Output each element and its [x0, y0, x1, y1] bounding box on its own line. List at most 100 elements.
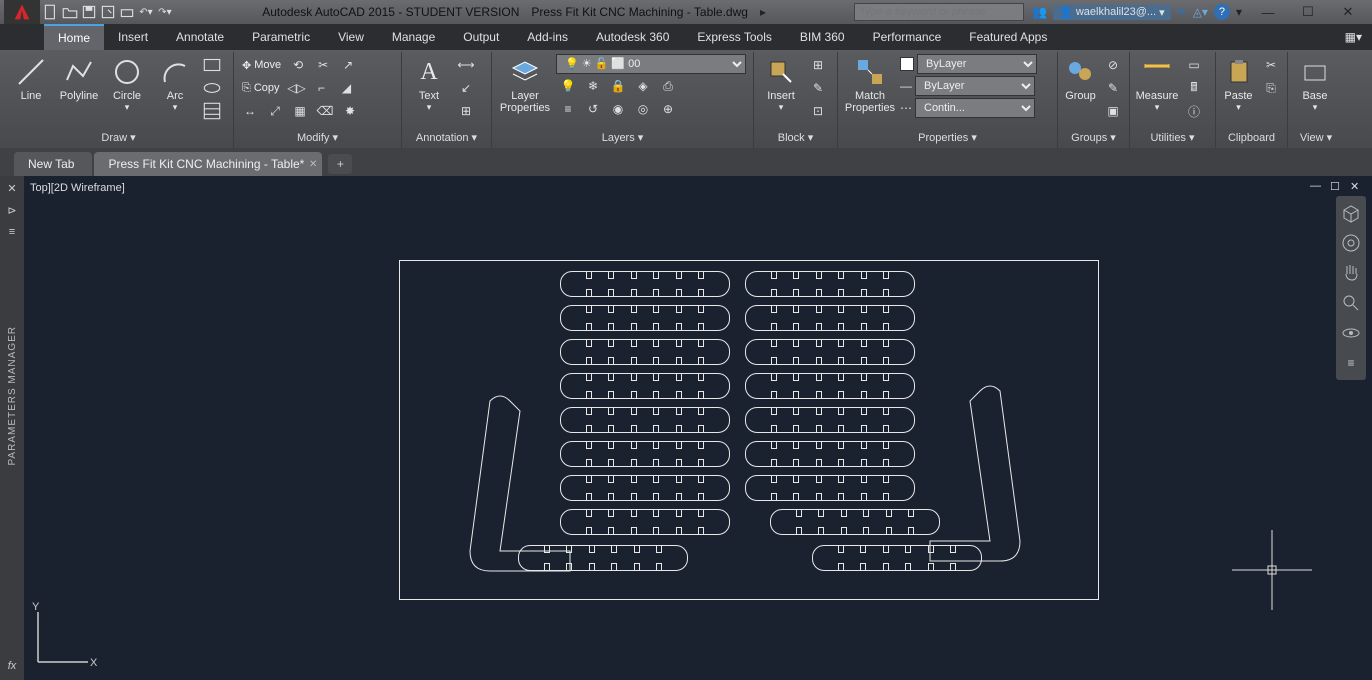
match-properties-tool[interactable]: Match Properties	[842, 54, 898, 116]
block-attr-tool[interactable]: ⊡	[806, 100, 830, 122]
table-tool[interactable]: ⊞	[454, 100, 478, 122]
trim-tool[interactable]: ✂	[311, 54, 335, 76]
insert-block-tool[interactable]: Insert▾	[758, 54, 804, 115]
panel-layers-title[interactable]: Layers ▾	[496, 129, 749, 146]
layer-tool4[interactable]: ◎	[631, 98, 655, 120]
app-menu-button[interactable]	[4, 0, 40, 24]
help-icon[interactable]: ?	[1214, 4, 1230, 20]
tab-view[interactable]: View	[324, 24, 378, 50]
layer-selector[interactable]: 💡 ☀ 🔓 ⬜ 00	[556, 54, 746, 74]
file-tab-current[interactable]: Press Fit Kit CNC Machining - Table*✕	[94, 152, 322, 176]
exchange-icon[interactable]: ✕	[1177, 5, 1187, 19]
add-tab-button[interactable]: +	[328, 154, 352, 174]
panel-annotation-title[interactable]: Annotation ▾	[406, 129, 487, 146]
id-tool[interactable]: ⓘ	[1182, 100, 1206, 122]
line-tool[interactable]: Line	[8, 54, 54, 104]
panel-draw-title[interactable]: Draw ▾	[8, 129, 229, 146]
tab-a360[interactable]: Autodesk 360	[582, 24, 683, 50]
panel-utilities-title[interactable]: Utilities ▾	[1134, 129, 1211, 146]
extend-tool[interactable]: ↗	[336, 54, 360, 76]
tab-insert[interactable]: Insert	[104, 24, 162, 50]
scale-tool[interactable]: ⤢	[263, 100, 287, 122]
quickcalc-tool[interactable]: 🖩	[1182, 77, 1206, 99]
move-tool[interactable]: ✥Move	[238, 54, 285, 76]
fillet-tool[interactable]: ⌐	[310, 77, 334, 99]
palette-pin-icon[interactable]: ⊳	[4, 202, 20, 218]
saveas-icon[interactable]	[99, 3, 117, 21]
rectangle-tool[interactable]	[200, 54, 224, 76]
create-block-tool[interactable]: ⊞	[806, 54, 830, 76]
zoom-icon[interactable]	[1340, 292, 1362, 314]
group-edit-tool[interactable]: ✎	[1101, 77, 1125, 99]
tab-home[interactable]: Home	[44, 24, 104, 50]
group-bbox-tool[interactable]: ▣	[1101, 100, 1125, 122]
explode-tool[interactable]: ✸	[338, 100, 362, 122]
save-icon[interactable]	[80, 3, 98, 21]
viewcube-icon[interactable]	[1340, 202, 1362, 224]
circle-tool[interactable]: Circle▾	[104, 54, 150, 115]
drawing-canvas[interactable]: Top][2D Wireframe] — ☐ ✕ ≡	[24, 176, 1372, 680]
pan-icon[interactable]	[1340, 262, 1362, 284]
viewport-close-icon[interactable]: ✕	[1350, 180, 1366, 194]
showmotion-icon[interactable]: ≡	[1340, 352, 1362, 374]
close-button[interactable]: ✕	[1328, 1, 1368, 23]
measure-tool[interactable]: Measure▾	[1134, 54, 1180, 115]
ungroup-tool[interactable]: ⊘	[1101, 54, 1125, 76]
app-launcher-icon[interactable]: ▦▾	[1345, 30, 1362, 44]
fx-icon[interactable]: fx	[4, 658, 20, 674]
tab-annotate[interactable]: Annotate	[162, 24, 238, 50]
undo-icon[interactable]: ↶▾	[137, 3, 155, 21]
panel-block-title[interactable]: Block ▾	[758, 129, 833, 146]
erase-tool[interactable]: ⌫	[313, 100, 337, 122]
open-icon[interactable]	[61, 3, 79, 21]
file-tab-new[interactable]: New Tab	[14, 152, 92, 176]
title-dropdown-icon[interactable]: ▸	[760, 5, 766, 19]
layer-lock-tool[interactable]: 🔒	[606, 75, 630, 97]
polyline-tool[interactable]: Polyline	[56, 54, 102, 104]
infocenter-icon[interactable]: 👥	[1032, 5, 1047, 19]
panel-groups-title[interactable]: Groups ▾	[1062, 129, 1125, 146]
minimize-button[interactable]: —	[1248, 1, 1288, 23]
palette-close-icon[interactable]: ✕	[4, 180, 20, 196]
dimension-tool[interactable]: ⟷	[454, 54, 478, 76]
redo-icon[interactable]: ↷▾	[156, 3, 174, 21]
select-tool[interactable]: ▭	[1182, 54, 1206, 76]
leader-tool[interactable]: ↙	[454, 77, 478, 99]
layer-state-tool[interactable]: ⎙	[656, 75, 680, 97]
tab-addins[interactable]: Add-ins	[513, 24, 582, 50]
ucs-icon[interactable]: Y X	[28, 602, 98, 672]
tab-parametric[interactable]: Parametric	[238, 24, 324, 50]
viewport-minimize-icon[interactable]: —	[1310, 180, 1326, 194]
copy-tool[interactable]: ⎘Copy	[238, 77, 284, 99]
tab-output[interactable]: Output	[449, 24, 513, 50]
tab-manage[interactable]: Manage	[378, 24, 449, 50]
plot-icon[interactable]	[118, 3, 136, 21]
tab-featured[interactable]: Featured Apps	[955, 24, 1061, 50]
new-icon[interactable]	[42, 3, 60, 21]
layer-iso-tool[interactable]: ◈	[631, 75, 655, 97]
layer-tool5[interactable]: ⊕	[656, 98, 680, 120]
viewport-label[interactable]: Top][2D Wireframe]	[30, 182, 125, 194]
linetype-selector[interactable]: Contin...	[915, 98, 1035, 118]
copy-clip-tool[interactable]: ⎘	[1259, 77, 1283, 99]
search-input[interactable]	[854, 3, 1024, 21]
stretch-tool[interactable]: ↔	[238, 100, 262, 122]
orbit-icon[interactable]	[1340, 322, 1362, 344]
lineweight-selector[interactable]: ByLayer	[915, 76, 1035, 96]
a360-icon[interactable]: ◬▾	[1193, 5, 1208, 19]
close-icon[interactable]: ✕	[309, 159, 317, 170]
panel-clipboard-title[interactable]: Clipboard	[1220, 130, 1283, 146]
panel-modify-title[interactable]: Modify ▾	[238, 129, 397, 146]
maximize-button[interactable]: ☐	[1288, 1, 1328, 23]
paste-tool[interactable]: Paste▾	[1220, 54, 1257, 115]
tab-express[interactable]: Express Tools	[683, 24, 785, 50]
tab-bim360[interactable]: BIM 360	[786, 24, 859, 50]
base-view-tool[interactable]: Base▾	[1292, 54, 1338, 115]
chamfer-tool[interactable]: ◢	[335, 77, 359, 99]
panel-view-title[interactable]: View ▾	[1292, 129, 1340, 146]
color-swatch[interactable]	[900, 57, 914, 71]
rotate-tool[interactable]: ⟲	[286, 54, 310, 76]
tab-performance[interactable]: Performance	[859, 24, 956, 50]
layer-tool3[interactable]: ◉	[606, 98, 630, 120]
ellipse-tool[interactable]	[200, 77, 224, 99]
